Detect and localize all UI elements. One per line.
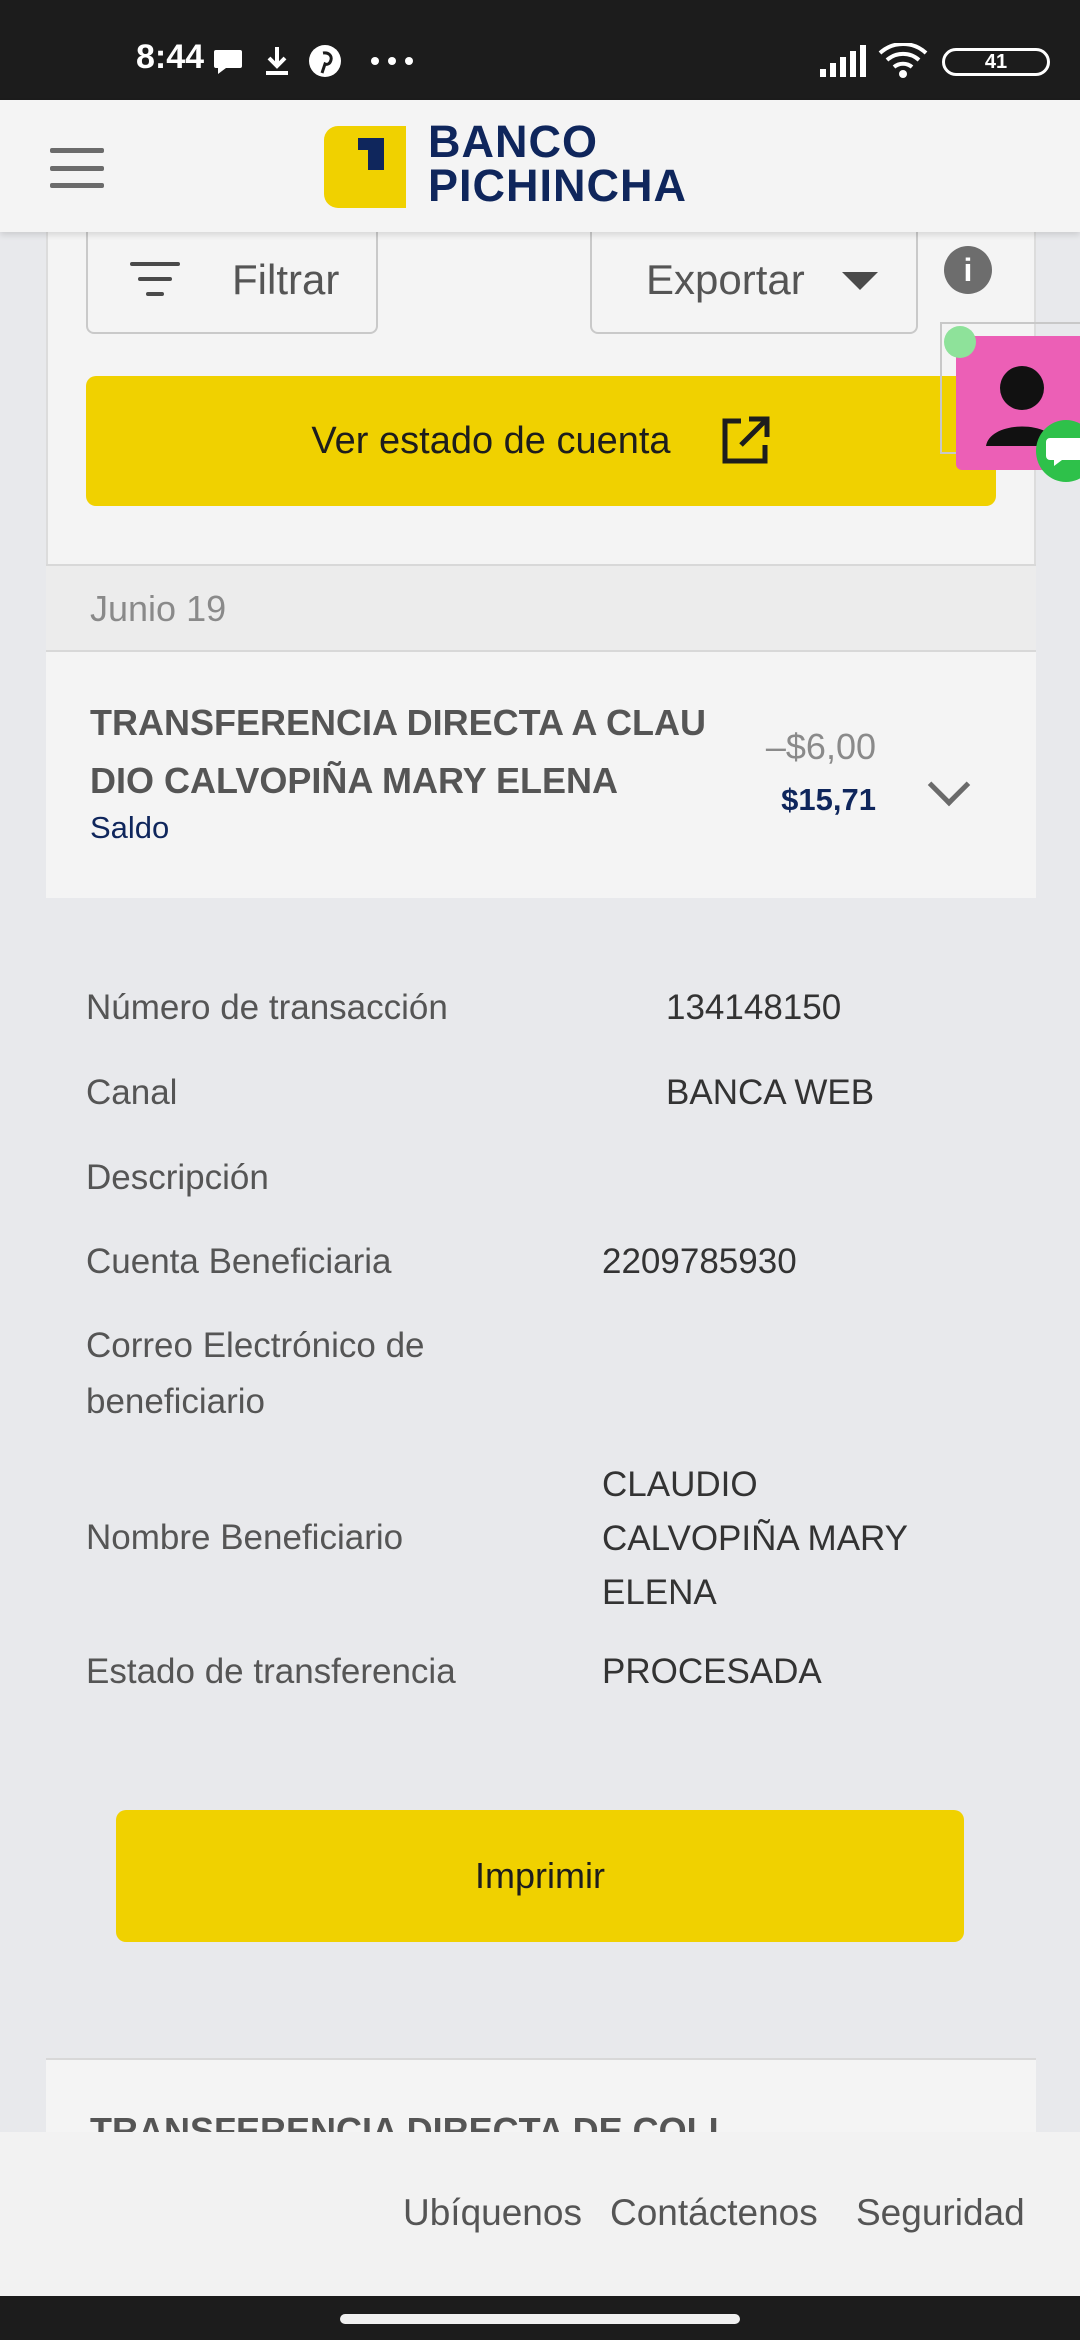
filter-button[interactable]: Filtrar xyxy=(86,232,378,334)
battery-icon: 41 xyxy=(942,48,1050,76)
signal-icon xyxy=(820,44,868,78)
transaction-row[interactable]: TRANSFERENCIA DIRECTA A CLAUDIO CALVOPIÑ… xyxy=(46,652,1036,898)
home-gesture-handle[interactable] xyxy=(340,2314,740,2324)
logo-line-2: PICHINCHA xyxy=(428,160,688,211)
message-bubble-icon[interactable] xyxy=(1036,420,1080,482)
bank-logo: BANCO PICHINCHA xyxy=(428,116,688,211)
wifi-icon xyxy=(878,43,928,78)
description-label: Descripción xyxy=(86,1158,269,1197)
beneficiary-account-value: 2209785930 xyxy=(602,1242,797,1281)
more-dots-icon xyxy=(370,44,414,78)
menu-icon[interactable] xyxy=(50,148,104,188)
channel-value: BANCA WEB xyxy=(666,1073,875,1112)
next-transaction-row[interactable]: TRANSFERENCIA DIRECTA DE COLL xyxy=(46,2058,1036,2138)
transaction-subtitle: Saldo xyxy=(90,810,170,845)
status-bar: 8:44 41 xyxy=(0,0,1080,100)
transaction-balance: $15,71 xyxy=(781,782,876,817)
export-label: Exportar xyxy=(646,256,805,303)
view-statement-button[interactable]: Ver estado de cuenta xyxy=(86,376,996,506)
pinterest-icon xyxy=(308,44,342,78)
footer-link-locations[interactable]: Ubíquenos xyxy=(403,2192,582,2234)
beneficiary-email-label: Correo Electrónico de beneficiario xyxy=(86,1326,425,1421)
print-button[interactable]: Imprimir xyxy=(116,1810,964,1942)
floating-status-dot xyxy=(944,326,976,358)
transaction-number-label: Número de transacción xyxy=(86,988,448,1027)
info-icon[interactable]: i xyxy=(944,246,992,294)
footer-link-security[interactable]: Seguridad xyxy=(856,2192,1025,2234)
beneficiary-account-label: Cuenta Beneficiaria xyxy=(86,1242,392,1281)
transaction-title: TRANSFERENCIA DIRECTA A CLAUDIO CALVOPIÑ… xyxy=(90,702,706,801)
transfer-status-value: PROCESADA xyxy=(602,1652,822,1691)
logo-line-1: BANCO xyxy=(428,116,598,167)
filter-label: Filtrar xyxy=(232,256,340,303)
beneficiary-name-label: Nombre Beneficiario xyxy=(86,1518,404,1557)
export-dropdown[interactable]: Exportar xyxy=(590,232,918,334)
view-statement-label: Ver estado de cuenta xyxy=(311,419,671,462)
external-link-icon xyxy=(719,415,771,467)
logo-mark xyxy=(324,126,406,208)
chat-bubble-icon xyxy=(212,44,244,78)
filter-icon xyxy=(130,262,180,298)
transaction-number-value: 134148150 xyxy=(666,988,842,1027)
transfer-status-label: Estado de transferencia xyxy=(86,1652,456,1691)
status-time: 8:44 xyxy=(136,38,205,76)
footer-link-contact[interactable]: Contáctenos xyxy=(610,2192,818,2234)
chevron-down-icon[interactable] xyxy=(927,763,971,807)
download-icon xyxy=(262,44,292,78)
date-label: Junio 19 xyxy=(90,588,227,629)
transaction-amount: –$6,00 xyxy=(765,726,876,767)
date-group-header: Junio 19 xyxy=(46,564,1036,652)
beneficiary-name-value: CLAUDIO CALVOPIÑA MARY ELENA xyxy=(602,1465,908,1612)
channel-label: Canal xyxy=(86,1073,178,1112)
caret-down-icon xyxy=(842,272,878,290)
